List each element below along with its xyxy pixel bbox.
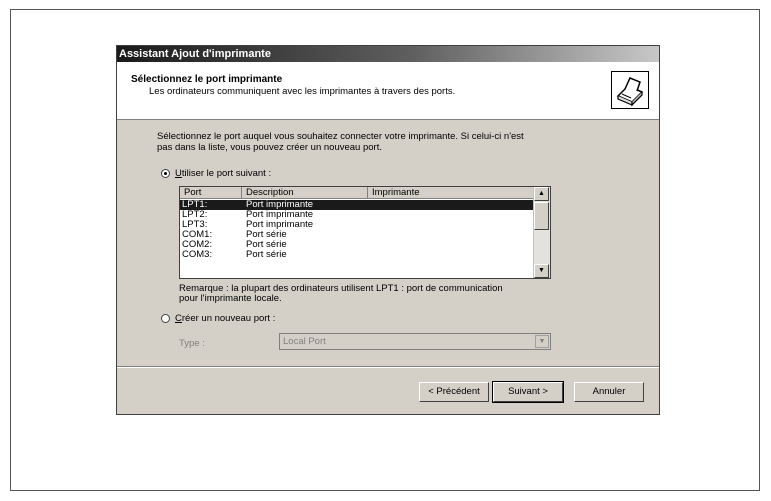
cancel-button-label: Annuler [592, 386, 626, 397]
port-list-row[interactable]: COM1: Port série [180, 230, 534, 240]
port-list-row[interactable]: COM2: Port série [180, 240, 534, 250]
remark-text: Remarque : la plupart des ordinateurs ut… [179, 284, 559, 304]
use-port-radio[interactable] [161, 169, 170, 178]
port-type-value: Local Port [283, 336, 326, 347]
port-list-row[interactable]: COM3: Port série [180, 250, 534, 260]
type-label: Type : [179, 338, 205, 349]
next-button[interactable]: Suivant > [492, 381, 564, 403]
port-list[interactable]: Port Description Imprimante LPT1: Port im… [179, 186, 551, 279]
title-bar: Assistant Ajout d'imprimante [117, 46, 659, 62]
intro-line-1: Sélectionnez le port auquel vous souhait… [157, 131, 524, 142]
port-cell: COM3: [182, 249, 213, 260]
port-list-row[interactable]: LPT1: Port imprimante [180, 200, 534, 210]
column-header-printer[interactable]: Imprimante [368, 187, 534, 199]
create-port-label[interactable]: Créer un nouveau port : [175, 313, 275, 324]
button-separator [117, 366, 659, 368]
port-list-row[interactable]: LPT3: Port imprimante [180, 220, 534, 230]
scroll-down-arrow-icon[interactable]: ▼ [534, 264, 549, 278]
port-list-row[interactable]: LPT2: Port imprimante [180, 210, 534, 220]
chevron-down-icon[interactable]: ▼ [535, 335, 549, 348]
remark-line-2: pour l'imprimante locale. [179, 293, 282, 304]
wizard-header: Sélectionnez le port imprimante Les ordi… [117, 62, 659, 120]
scroll-thumb[interactable] [534, 202, 549, 230]
create-port-radio[interactable] [161, 314, 170, 323]
next-button-label: Suivant > [508, 386, 548, 397]
printer-icon [611, 71, 649, 109]
column-header-description[interactable]: Description [242, 187, 368, 199]
port-list-header: Port Description Imprimante [180, 187, 534, 199]
back-button[interactable]: < Précédent [419, 382, 489, 402]
cancel-button[interactable]: Annuler [574, 382, 644, 402]
description-cell: Port série [246, 249, 287, 260]
add-printer-wizard-dialog: Assistant Ajout d'imprimante Sélectionne… [116, 45, 660, 415]
scroll-up-arrow-icon[interactable]: ▲ [534, 187, 549, 201]
intro-text: Sélectionnez le port auquel vous souhait… [157, 131, 597, 153]
column-header-port[interactable]: Port [180, 187, 242, 199]
use-port-label[interactable]: Utiliser le port suivant : [175, 168, 271, 179]
header-title: Sélectionnez le port imprimante [131, 74, 283, 85]
port-type-select[interactable]: Local Port ▼ [279, 333, 551, 350]
header-subtitle: Les ordinateurs communiquent avec les im… [149, 86, 456, 97]
back-button-label: < Précédent [428, 386, 480, 397]
intro-line-2: pas dans la liste, vous pouvez créer un … [157, 142, 382, 153]
port-list-scrollbar[interactable]: ▲ ▼ [533, 187, 550, 278]
port-list-rows: LPT1: Port imprimante LPT2: Port imprimante… [180, 200, 534, 260]
